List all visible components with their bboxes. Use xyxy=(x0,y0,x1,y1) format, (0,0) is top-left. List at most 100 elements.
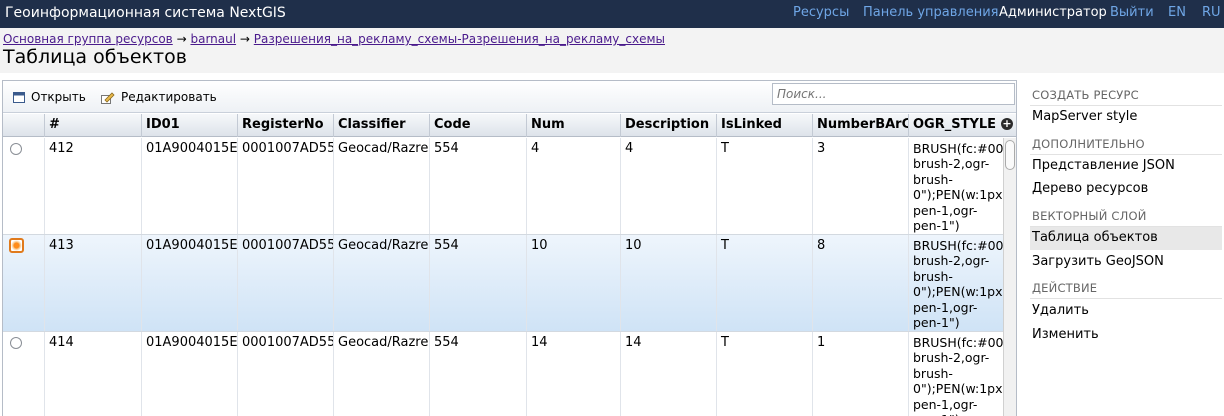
cell-ogr-style: BRUSH(fc:#000 brush-2,ogr- brush- 0");PE… xyxy=(908,235,1003,331)
nav-lang-en[interactable]: EN xyxy=(1168,5,1186,20)
row-radio[interactable] xyxy=(10,143,22,155)
breadcrumb-separator: → xyxy=(239,32,250,46)
table-row[interactable]: 412 01A9004015E2 0001007AD550 Geocad/Raz… xyxy=(3,138,1003,235)
top-bar: Геоинформационная система NextGIS Ресурс… xyxy=(0,0,1224,28)
ogr-line: brush-2,ogr- xyxy=(913,253,990,269)
feature-grid: # ID01 RegisterNo Classifier Code Num De… xyxy=(3,114,1016,416)
ogr-line: pen-1,ogr- xyxy=(913,299,978,315)
ogr-line: BRUSH(fc:#000 xyxy=(913,238,1003,253)
cell-description: 14 xyxy=(620,332,716,416)
cell-islinked: T xyxy=(716,235,812,331)
header-col-numberbarc[interactable]: NumberBArC xyxy=(812,114,908,137)
table-row[interactable]: 414 01A9004015E8 0001007AD556 Geocad/Raz… xyxy=(3,332,1003,416)
nav-lang-ru[interactable]: RU xyxy=(1202,5,1221,20)
header-select xyxy=(3,114,44,137)
sidebar-item-upload-geojson[interactable]: Загрузить GeoJSON xyxy=(1030,251,1222,274)
sidebar-item-feature-table[interactable]: Таблица объектов xyxy=(1030,227,1222,250)
cell-classifier: Geocad/Razresh xyxy=(333,332,429,416)
cell-num: 413 xyxy=(44,235,141,331)
edit-button-label: Редактировать xyxy=(121,90,217,104)
header-col-num[interactable]: # xyxy=(44,114,141,137)
cell-islinked: T xyxy=(716,332,812,416)
breadcrumb-separator: → xyxy=(176,32,187,46)
edit-button[interactable]: Редактировать xyxy=(101,88,217,106)
breadcrumb-item-layer[interactable]: Разрешения_на_рекламу_схемы-Разрешения_н… xyxy=(254,32,665,46)
search-input[interactable] xyxy=(772,83,1015,105)
cell-num-field: 4 xyxy=(526,138,620,234)
grid-header: # ID01 RegisterNo Classifier Code Num De… xyxy=(3,114,1016,137)
grid-rows: 412 01A9004015E2 0001007AD550 Geocad/Raz… xyxy=(3,138,1003,416)
sidebar-item-delete[interactable]: Удалить xyxy=(1030,300,1222,323)
open-button-label: Открыть xyxy=(31,90,86,104)
cell-code: 554 xyxy=(429,235,526,331)
cell-num: 412 xyxy=(44,138,141,234)
grid-scrollbar[interactable] xyxy=(1003,138,1016,416)
sidebar-section-vector-layer: ВЕКТОРНЫЙ СЛОЙ xyxy=(1030,205,1222,227)
sidebar-item-resource-tree[interactable]: Дерево ресурсов xyxy=(1030,178,1222,201)
scrollbar-thumb[interactable] xyxy=(1005,140,1015,170)
header-col-classifier[interactable]: Classifier xyxy=(333,114,429,137)
ogr-line: brush- xyxy=(913,268,953,284)
nav-control-panel-link[interactable]: Панель управления xyxy=(863,5,999,20)
header-col-id01[interactable]: ID01 xyxy=(141,114,237,137)
page-title: Таблица объектов xyxy=(3,46,187,68)
breadcrumb: Основная группа ресурсов → barnaul → Раз… xyxy=(3,32,665,46)
row-radio-selected[interactable] xyxy=(9,238,24,253)
feature-table-panel: Открыть Редактировать # ID01 RegisterNo … xyxy=(2,80,1017,416)
ogr-line: pen-1,ogr- xyxy=(913,202,978,218)
ogr-line: brush-2,ogr- xyxy=(913,156,990,172)
ogr-line: 0");PEN(w:1px, xyxy=(913,187,1003,203)
cell-registerno: 0001007AD553 xyxy=(237,235,333,331)
ogr-line: pen-1") xyxy=(913,218,960,234)
open-button[interactable]: Открыть xyxy=(13,88,86,106)
cell-description: 10 xyxy=(620,235,716,331)
add-column-icon[interactable]: + xyxy=(1001,118,1013,130)
header-col-ogr-style[interactable]: OGR_STYLE xyxy=(908,114,1003,137)
cell-numberbarc: 1 xyxy=(812,332,908,416)
cell-classifier: Geocad/Razresh xyxy=(333,235,429,331)
sidebar-section-action: ДЕЙСТВИЕ xyxy=(1030,277,1222,299)
sidebar-section-extra: ДОПОЛНИТЕЛЬНО xyxy=(1030,133,1222,155)
cell-num: 414 xyxy=(44,332,141,416)
breadcrumb-item-main-group[interactable]: Основная группа ресурсов xyxy=(3,32,173,46)
cell-id01: 01A9004015E8 xyxy=(141,332,237,416)
ogr-line: brush-2,ogr- xyxy=(913,350,990,366)
cell-numberbarc: 8 xyxy=(812,235,908,331)
nav-resources-link[interactable]: Ресурсы xyxy=(793,5,849,20)
ogr-line: brush- xyxy=(913,171,953,187)
cell-classifier: Geocad/Razresh xyxy=(333,138,429,234)
ogr-line: brush- xyxy=(913,365,953,381)
breadcrumb-item-barnaul[interactable]: barnaul xyxy=(190,32,236,46)
cell-num-field: 10 xyxy=(526,235,620,331)
ogr-line: 0");PEN(w:1px, xyxy=(913,381,1003,397)
app-title: Геоинформационная система NextGIS xyxy=(5,5,286,21)
cell-registerno: 0001007AD550 xyxy=(237,138,333,234)
header-col-description[interactable]: Description xyxy=(620,114,716,137)
header-col-islinked[interactable]: IsLinked xyxy=(716,114,812,137)
ogr-line: pen-1,ogr- xyxy=(913,396,978,412)
sidebar-item-mapserver-style[interactable]: MapServer style xyxy=(1030,106,1222,129)
cell-islinked: T xyxy=(716,138,812,234)
table-row-selected[interactable]: 413 01A9004015E5 0001007AD553 Geocad/Raz… xyxy=(3,235,1003,332)
nav-user-name[interactable]: Администратор xyxy=(999,5,1107,20)
ogr-line: BRUSH(fc:#000 xyxy=(913,141,1003,156)
sidebar-item-json-view[interactable]: Представление JSON xyxy=(1030,155,1222,178)
sidebar-item-edit[interactable]: Изменить xyxy=(1030,324,1222,347)
header-col-registerno[interactable]: RegisterNo xyxy=(237,114,333,137)
cell-id01: 01A9004015E5 xyxy=(141,235,237,331)
header-col-code[interactable]: Code xyxy=(429,114,526,137)
ogr-line: BRUSH(fc:#000 xyxy=(913,335,1003,350)
cell-id01: 01A9004015E2 xyxy=(141,138,237,234)
sidebar-section-create: СОЗДАТЬ РЕСУРС xyxy=(1030,84,1222,106)
cell-numberbarc: 3 xyxy=(812,138,908,234)
row-radio[interactable] xyxy=(10,337,22,349)
table-toolbar: Открыть Редактировать xyxy=(3,81,1016,113)
cell-description: 4 xyxy=(620,138,716,234)
header-col-num-field[interactable]: Num xyxy=(526,114,620,137)
edit-pencil-icon xyxy=(101,91,115,104)
ogr-line: pen-1") xyxy=(913,315,960,331)
cell-registerno: 0001007AD556 xyxy=(237,332,333,416)
cell-ogr-style: BRUSH(fc:#000 brush-2,ogr- brush- 0");PE… xyxy=(908,332,1003,416)
nav-logout-link[interactable]: Выйти xyxy=(1110,5,1154,20)
ogr-line: pen-1") xyxy=(913,412,1003,416)
